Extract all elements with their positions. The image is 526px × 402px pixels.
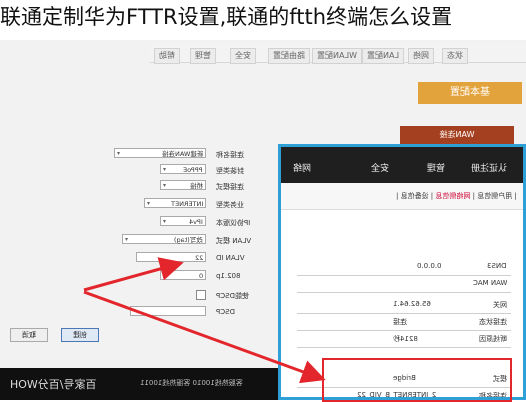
chevron-down-icon: ▾ — [125, 236, 129, 243]
table-row: 网关 65.62.64.1 — [297, 297, 511, 314]
form-label-dscp: DSCP — [216, 308, 235, 316]
router-tab-wlan[interactable]: WLAN配置 — [312, 48, 363, 64]
dscp-input[interactable] — [130, 306, 206, 316]
footer-hotline: 客服热线10010 客服热线10011 — [140, 379, 243, 387]
panel-table-mid: 网关 65.62.64.1 连接状态 连接 断线原因 8214秒 — [297, 297, 511, 348]
panel-breadcrumb: | 用户侧信息 | 网络侧信息 | 设备信息 | — [281, 183, 523, 210]
panel-nav-bar: 网络 安全 管理 认证注册 — [281, 147, 523, 183]
chevron-down-icon: ▾ — [117, 150, 121, 157]
highlight-box — [322, 358, 512, 402]
create-button[interactable]: 创建 — [61, 328, 99, 342]
conn-name-select[interactable]: ▾ 新建WAN连接 — [114, 148, 206, 158]
breadcrumb-post[interactable]: | 用户侧信息 | — [473, 192, 517, 200]
form-label-vlan-id: VLAN ID — [216, 254, 245, 262]
router-tab-manage[interactable]: 管理 — [190, 48, 216, 64]
footer-brand: 百家号/百分WOH — [10, 378, 97, 391]
ip-version-select[interactable]: ▾ IPv4 — [160, 216, 206, 226]
chevron-down-icon: ▾ — [163, 218, 167, 225]
router-tab-security[interactable]: 安全 — [230, 48, 256, 64]
router-tab-help[interactable]: 帮助 — [154, 48, 180, 64]
form-label-conn-name: 连接名称 — [216, 151, 244, 159]
table-row: DNS3 0.0.0.0 — [297, 259, 511, 276]
conn-mode-select[interactable]: ▾ 桥接 — [160, 180, 206, 190]
vlan-id-input[interactable]: 22 — [136, 252, 206, 262]
dscp-enable-checkbox[interactable] — [196, 290, 206, 300]
chevron-down-icon: ▾ — [163, 182, 167, 189]
service-select[interactable]: ▾ INTERNET — [144, 198, 206, 208]
router-tab-lan[interactable]: LAN配置 — [362, 48, 405, 64]
chevron-down-icon: ▾ — [163, 166, 167, 173]
cancel-button[interactable]: 取消 — [10, 328, 48, 342]
panel-table-top: DNS3 0.0.0.0 WAN MAC — [297, 259, 511, 293]
form-label-ip-version: IP协议版本 — [216, 219, 251, 227]
form-label-dscp-enable: 使能DSCP — [216, 292, 249, 300]
p8021-input[interactable]: 0 — [160, 270, 206, 280]
table-row: WAN MAC — [297, 276, 511, 293]
panel-nav-security[interactable]: 安全 — [371, 161, 389, 174]
router-tab-bar: 帮助 管理 安全 路由配置 WLAN配置 LAN配置 网络 状态 — [150, 42, 526, 64]
table-row: 断线原因 8214秒 — [297, 331, 511, 348]
form-label-8021p: 802.1p — [216, 272, 241, 280]
form-label-service: 业务类型 — [216, 201, 244, 209]
footer-bar: 百家号/百分WOH 客服热线10010 客服热线10011 — [0, 368, 290, 400]
table-row: 连接状态 连接 — [297, 314, 511, 331]
breadcrumb-pre[interactable]: | 设备信息 | — [396, 192, 433, 200]
chevron-down-icon: ▾ — [147, 200, 151, 207]
panel-nav-manage[interactable]: 管理 — [427, 161, 445, 174]
router-tab-route[interactable]: 路由配置 — [268, 48, 310, 64]
form-label-encap: 封装类型 — [216, 167, 244, 175]
basic-config-label: 基本配置 — [450, 87, 490, 98]
wan-connection-tab[interactable]: WAN连接 — [400, 126, 514, 144]
router-tab-network[interactable]: 网络 — [408, 48, 434, 64]
form-label-vlan-mode: VLAN 模式 — [216, 237, 252, 245]
panel-nav-auth[interactable]: 认证注册 — [471, 161, 507, 174]
breadcrumb-active[interactable]: 网络侧信息 — [436, 192, 471, 200]
panel-nav-network[interactable]: 网络 — [293, 161, 311, 174]
vlan-mode-select[interactable]: ▾ 改写(tag) — [122, 234, 206, 244]
wan-connection-tab-label: WAN连接 — [439, 130, 475, 139]
router-tab-status[interactable]: 状态 — [442, 48, 468, 64]
basic-config-banner: 基本配置 — [418, 82, 522, 104]
form-label-conn-mode: 连接模式 — [216, 183, 244, 191]
encap-select[interactable]: ▾ PPPoE — [160, 164, 206, 174]
